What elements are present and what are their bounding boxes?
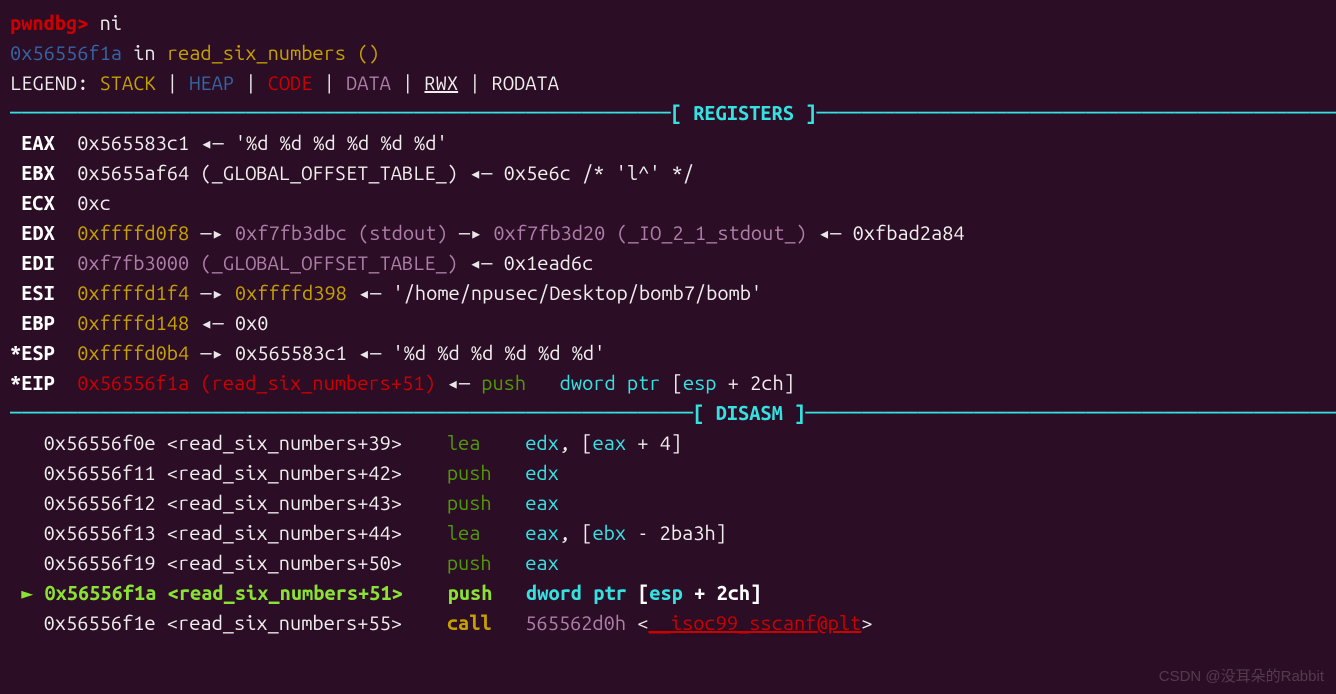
status-addr: 0x56556f1a	[10, 41, 122, 64]
prompt-label: pwndbg>	[10, 11, 88, 34]
reg-eax: EAX 0x565583c1 ◂— '%d %d %d %d %d %d'	[10, 128, 1326, 158]
disasm-row: 0x56556f19 <read_six_numbers+50> push ea…	[10, 548, 1326, 578]
status-func: read_six_numbers ()	[167, 41, 380, 64]
disasm-header: ────────────────────────────────────────…	[10, 398, 1326, 428]
reg-esi: ESI 0xffffd1f4 —▸ 0xffffd398 ◂— '/home/n…	[10, 278, 1326, 308]
status-line: 0x56556f1a in read_six_numbers ()	[10, 38, 1326, 68]
legend-line: LEGEND: STACK | HEAP | CODE | DATA | RWX…	[10, 68, 1326, 98]
reg-ebp: EBP 0xffffd148 ◂— 0x0	[10, 308, 1326, 338]
disasm-row: 0x56556f0e <read_six_numbers+39> lea edx…	[10, 428, 1326, 458]
reg-eip: *EIP 0x56556f1a (read_six_numbers+51) ◂—…	[10, 368, 1326, 398]
reg-ebx: EBX 0x5655af64 (_GLOBAL_OFFSET_TABLE_) ◂…	[10, 158, 1326, 188]
disasm-row: 0x56556f12 <read_six_numbers+43> push ea…	[10, 488, 1326, 518]
reg-edi: EDI 0xf7fb3000 (_GLOBAL_OFFSET_TABLE_) ◂…	[10, 248, 1326, 278]
reg-edx: EDX 0xffffd0f8 —▸ 0xf7fb3dbc (stdout) —▸…	[10, 218, 1326, 248]
current-marker-icon: ►	[10, 581, 44, 604]
legend-code: CODE	[268, 71, 313, 94]
disasm-row: 0x56556f11 <read_six_numbers+42> push ed…	[10, 458, 1326, 488]
reg-esp: *ESP 0xffffd0b4 —▸ 0x565583c1 ◂— '%d %d …	[10, 338, 1326, 368]
legend-data: DATA	[346, 71, 391, 94]
watermark: CSDN @没耳朵的Rabbit	[1159, 666, 1324, 689]
legend-stack: STACK	[100, 71, 156, 94]
legend-heap: HEAP	[189, 71, 234, 94]
prompt-command: ni	[100, 11, 122, 34]
disasm-row: 0x56556f13 <read_six_numbers+44> lea eax…	[10, 518, 1326, 548]
reg-ecx: ECX 0xc	[10, 188, 1326, 218]
registers-header: ────────────────────────────────────────…	[10, 98, 1326, 128]
disasm-row-current: ► 0x56556f1a <read_six_numbers+51> push …	[10, 578, 1326, 608]
disasm-row: 0x56556f1e <read_six_numbers+55> call 56…	[10, 608, 1326, 638]
legend-rodata: RODATA	[492, 71, 559, 94]
prompt-line[interactable]: pwndbg> ni	[10, 8, 1326, 38]
legend-rwx: RWX	[424, 71, 458, 94]
